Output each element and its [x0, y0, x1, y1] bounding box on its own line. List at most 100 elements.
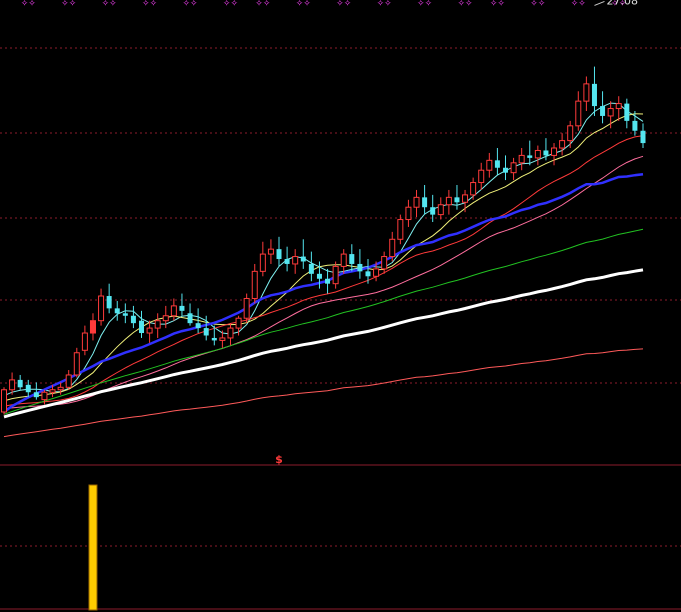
- candle-body: [81, 332, 88, 351]
- candle: [65, 370, 72, 390]
- high-marker-line: [594, 0, 605, 6]
- candle: [559, 133, 566, 156]
- candle: [567, 120, 574, 149]
- candle: [624, 98, 630, 129]
- candle-body: [624, 103, 630, 121]
- candle-body: [373, 268, 380, 277]
- ma5-line: [3, 102, 644, 397]
- top-marker: ✧✧: [61, 0, 77, 9]
- candle: [494, 148, 500, 176]
- candle-body: [284, 259, 290, 264]
- candle: [130, 305, 136, 329]
- candle-body: [292, 256, 299, 265]
- top-marker: ✧✧: [102, 0, 118, 9]
- candle: [187, 303, 193, 326]
- candle: [292, 249, 299, 274]
- candle: [325, 268, 331, 294]
- candle-body: [381, 256, 388, 270]
- candle: [146, 320, 153, 343]
- top-marker: ✧✧: [255, 0, 271, 9]
- candle-body: [235, 317, 242, 329]
- top-marker: ✧✧: [223, 0, 239, 9]
- candle-body: [325, 278, 331, 284]
- candle: [462, 189, 469, 213]
- candle-body: [437, 204, 444, 216]
- candle: [17, 374, 23, 390]
- candle-body: [615, 103, 622, 110]
- candle-body: [349, 254, 355, 264]
- candle: [340, 249, 347, 274]
- candle-body: [65, 374, 72, 388]
- candle-body: [300, 256, 306, 262]
- candle-body: [567, 125, 574, 142]
- candle: [276, 236, 282, 267]
- candle-body: [591, 83, 597, 107]
- candle: [227, 323, 234, 346]
- candle-body: [357, 263, 363, 272]
- candle-body: [454, 197, 460, 203]
- candle-body: [187, 313, 193, 324]
- candle-body: [316, 273, 322, 279]
- candle: [349, 244, 355, 272]
- candle-body: [510, 162, 517, 174]
- top-marker: ✧✧: [571, 0, 587, 9]
- candle-body: [470, 182, 477, 196]
- signal-bar: [88, 484, 98, 611]
- candle-body: [527, 155, 533, 158]
- candle: [600, 91, 606, 124]
- candle-body: [219, 337, 226, 341]
- candle-body: [607, 108, 614, 117]
- candle: [251, 263, 258, 304]
- candle: [551, 143, 558, 166]
- top-marker: ✧✧: [182, 0, 198, 9]
- candle: [122, 303, 128, 324]
- candle-body: [405, 206, 412, 221]
- top-marker: ✧✧: [21, 0, 37, 9]
- candle-body: [583, 83, 590, 102]
- top-marker: ✧✧: [490, 0, 506, 9]
- candle-body: [462, 194, 469, 203]
- candle-body: [445, 196, 452, 206]
- candle-body: [114, 308, 120, 314]
- candle: [73, 347, 80, 378]
- candle-body: [365, 271, 371, 277]
- candle-body: [154, 320, 161, 329]
- candle-body: [486, 159, 493, 171]
- candle-body: [259, 253, 266, 272]
- top-markers: ✧✧ ✧✧ ✧✧ ✧✧ ✧✧ ✧✧ ✧✧ ✧✧ ✧✧ ✧✧ ✧✧ ✧✧ ✧✧ ✧✧ ✧✧ ✧✧: [21, 0, 627, 9]
- candle-body: [575, 100, 582, 127]
- candle-body: [389, 238, 396, 258]
- candle: [267, 239, 274, 264]
- candle: [33, 382, 39, 400]
- candle-body: [211, 337, 217, 341]
- dollar-signal-label: $: [275, 453, 283, 466]
- candle: [397, 214, 404, 245]
- candle: [114, 300, 120, 321]
- candle-body: [543, 150, 549, 156]
- candle-body: [478, 169, 485, 184]
- candle-body: [422, 197, 428, 208]
- candle-body: [430, 207, 436, 215]
- candle: [454, 185, 460, 210]
- top-marker: ✧✧: [296, 0, 312, 9]
- candle: [332, 261, 339, 289]
- candle-body: [195, 323, 201, 329]
- candle-body: [139, 320, 145, 334]
- candle-body: [251, 270, 258, 299]
- candle: [470, 177, 477, 200]
- candle: [405, 199, 412, 227]
- candle: [162, 305, 169, 329]
- candle-body: [146, 327, 153, 334]
- candle-body: [57, 386, 64, 391]
- candle: [510, 157, 517, 181]
- candle-body: [551, 147, 558, 156]
- candle: [300, 239, 306, 269]
- candle: [179, 293, 185, 316]
- candle-body: [600, 106, 606, 116]
- candle-body: [494, 160, 500, 168]
- candle-body: [308, 263, 314, 274]
- candle: [106, 283, 112, 314]
- candle: [259, 241, 266, 277]
- candle: [308, 251, 314, 282]
- candle: [357, 249, 363, 279]
